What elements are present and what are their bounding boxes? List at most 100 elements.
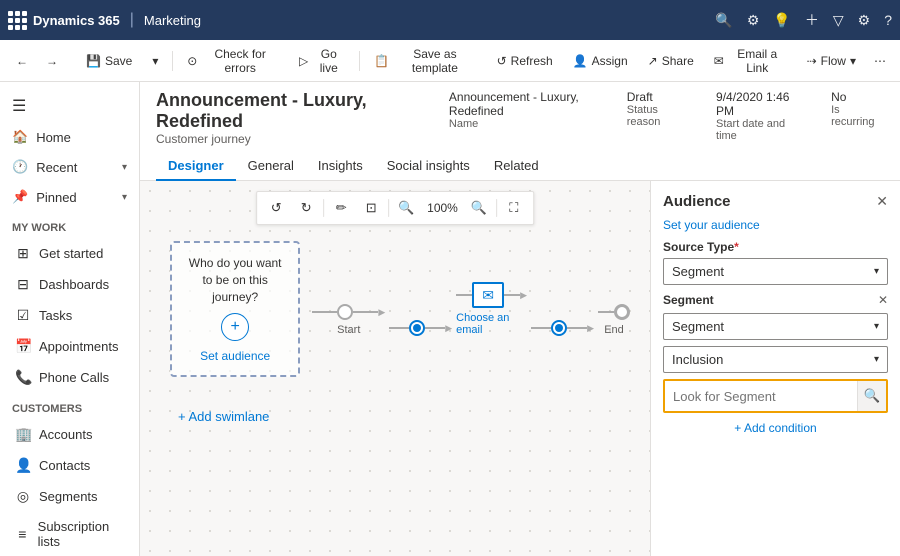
help-icon[interactable]: ?: [884, 12, 892, 28]
sidebar-item-tasks[interactable]: ☑ Tasks: [0, 300, 139, 331]
tab-social-insights[interactable]: Social insights: [375, 152, 482, 181]
set-audience-link[interactable]: Set audience: [200, 349, 270, 363]
hamburger-icon[interactable]: ☰: [0, 90, 139, 122]
panel-header: Audience ✕: [663, 193, 888, 210]
redo-tool[interactable]: ↻: [293, 195, 319, 221]
brand-name: Dynamics 365: [33, 13, 120, 28]
forward-button[interactable]: →: [38, 50, 66, 72]
sidebar-item-accounts[interactable]: 🏢 Accounts: [0, 419, 139, 450]
toolbar-separator-1: [323, 199, 324, 217]
fullscreen-tool[interactable]: ⛶: [501, 195, 527, 221]
sidebar-pinned[interactable]: 📌 Pinned ▾: [0, 182, 139, 212]
lightbulb-icon[interactable]: 💡: [773, 12, 790, 29]
saveastemplate-button[interactable]: 📋 Save as template: [366, 43, 484, 79]
share-button[interactable]: ↗ Share: [640, 50, 702, 72]
phone-calls-icon: 📞: [15, 369, 31, 386]
tasks-icon: ☑: [15, 307, 31, 324]
sidebar-item-segments[interactable]: ◎ Segments: [0, 481, 139, 512]
split-tool[interactable]: ⊡: [358, 195, 384, 221]
panel-subtitle[interactable]: Set your audience: [663, 218, 888, 232]
content-area: Announcement - Luxury, Redefined Custome…: [140, 82, 900, 556]
tab-related[interactable]: Related: [482, 152, 551, 181]
source-type-label: Source Type*: [663, 240, 888, 254]
inclusion-chevron-icon: ▾: [874, 354, 879, 365]
audience-box[interactable]: Who do you want to be on this journey? +…: [170, 241, 300, 377]
undo-tool[interactable]: ↺: [263, 195, 289, 221]
segment-chevron-icon: ▾: [874, 321, 879, 332]
golive-icon: ▷: [299, 54, 308, 68]
add-audience-button[interactable]: +: [221, 313, 249, 341]
more-button[interactable]: ⋯: [868, 50, 892, 72]
zoom-level: 100%: [423, 201, 462, 215]
sidebar-item-phone-calls[interactable]: 📞 Phone Calls: [0, 362, 139, 393]
flow-email-node[interactable]: ✉ ▶ Choose an email: [456, 282, 527, 336]
app-name: Marketing: [144, 13, 201, 28]
accounts-icon: 🏢: [15, 426, 31, 443]
refresh-button[interactable]: ↺ Refresh: [489, 50, 561, 72]
meta-recurring-label: Is recurring: [831, 104, 884, 128]
source-type-value: Segment: [672, 264, 724, 279]
save-dropdown-button[interactable]: ▾: [144, 50, 166, 72]
meta-name-value: Announcement - Luxury, Redefined: [449, 90, 603, 118]
title-left: Announcement - Luxury, Redefined Custome…: [156, 90, 449, 146]
flow-button[interactable]: ⇢ Flow ▾: [799, 50, 864, 72]
start-label: Start: [337, 324, 360, 336]
sidebar-home[interactable]: 🏠 Home: [0, 122, 139, 152]
segment-search-input[interactable]: [665, 384, 857, 409]
choose-email-label[interactable]: Choose an email: [456, 312, 527, 336]
sidebar-item-dashboards[interactable]: ⊟ Dashboards: [0, 269, 139, 300]
flow-container: ▶ Start: [312, 282, 630, 336]
segments-label: Segments: [39, 489, 98, 504]
email-link-button[interactable]: ✉ Email a Link: [706, 43, 795, 79]
settings-circle-icon[interactable]: ⚙: [747, 12, 760, 29]
filter-icon[interactable]: ▽: [833, 12, 844, 29]
tab-designer[interactable]: Designer: [156, 152, 236, 181]
tab-general[interactable]: General: [236, 152, 306, 181]
zoom-out-tool[interactable]: 🔍: [393, 195, 419, 221]
grid-icon[interactable]: [8, 11, 27, 30]
save-button[interactable]: 💾 Save: [78, 50, 140, 72]
refresh-label: Refresh: [511, 54, 553, 68]
edit-tool[interactable]: ✏: [328, 195, 354, 221]
designer-area: ↺ ↻ ✏ ⊡ 🔍 100% 🔍 ⛶: [140, 181, 900, 556]
page-title: Announcement - Luxury, Redefined: [156, 90, 449, 132]
flow-start-node: ▶ Start: [312, 304, 385, 336]
sidebar-item-get-started[interactable]: ⊞ Get started: [0, 238, 139, 269]
title-bar: Announcement - Luxury, Redefined Custome…: [140, 82, 900, 181]
tab-insights[interactable]: Insights: [306, 152, 375, 181]
segment-search-button[interactable]: 🔍: [857, 381, 886, 411]
sidebar-item-appointments[interactable]: 📅 Appointments: [0, 331, 139, 362]
meta-status: Draft Status reason: [627, 90, 692, 128]
inclusion-dropdown[interactable]: Inclusion ▾: [663, 346, 888, 373]
canvas-container[interactable]: ↺ ↻ ✏ ⊡ 🔍 100% 🔍 ⛶: [140, 181, 650, 556]
forward-icon: →: [46, 54, 58, 68]
get-started-label: Get started: [39, 246, 103, 261]
flow-chevron-icon: ▾: [850, 54, 856, 68]
add-swimlane-button[interactable]: + Add swimlane: [170, 409, 630, 424]
meta-startdate-value: 9/4/2020 1:46 PM: [716, 90, 807, 118]
plus-icon[interactable]: ＋: [805, 10, 819, 30]
assign-button[interactable]: 👤 Assign: [565, 50, 636, 72]
segment-dropdown[interactable]: Segment ▾: [663, 313, 888, 340]
zoom-in-tool[interactable]: 🔍: [466, 195, 492, 221]
check-errors-label: Check for errors: [201, 47, 279, 75]
segment-close-button[interactable]: ✕: [878, 293, 888, 307]
sidebar-item-subscription-lists[interactable]: ≡ Subscription lists: [0, 512, 139, 556]
check-errors-button[interactable]: ⊙ Check for errors: [179, 43, 287, 79]
sidebar-recent[interactable]: 🕐 Recent ▾: [0, 152, 139, 182]
sidebar-item-contacts[interactable]: 👤 Contacts: [0, 450, 139, 481]
add-condition-button[interactable]: + Add condition: [663, 421, 888, 435]
template-icon: 📋: [374, 54, 389, 68]
source-type-dropdown[interactable]: Segment ▾: [663, 258, 888, 285]
search-icon[interactable]: 🔍: [715, 12, 732, 29]
meta-status-label: Status reason: [627, 104, 692, 128]
refresh-icon: ↺: [497, 54, 507, 68]
search-icon: 🔍: [864, 388, 881, 404]
gear-icon[interactable]: ⚙: [858, 12, 871, 29]
back-button[interactable]: ←: [8, 50, 36, 72]
appointments-label: Appointments: [39, 339, 119, 354]
golive-button[interactable]: ▷ Go live: [291, 43, 353, 79]
panel-title: Audience: [663, 193, 731, 210]
separator-2: [359, 51, 360, 71]
panel-close-button[interactable]: ✕: [876, 193, 888, 210]
